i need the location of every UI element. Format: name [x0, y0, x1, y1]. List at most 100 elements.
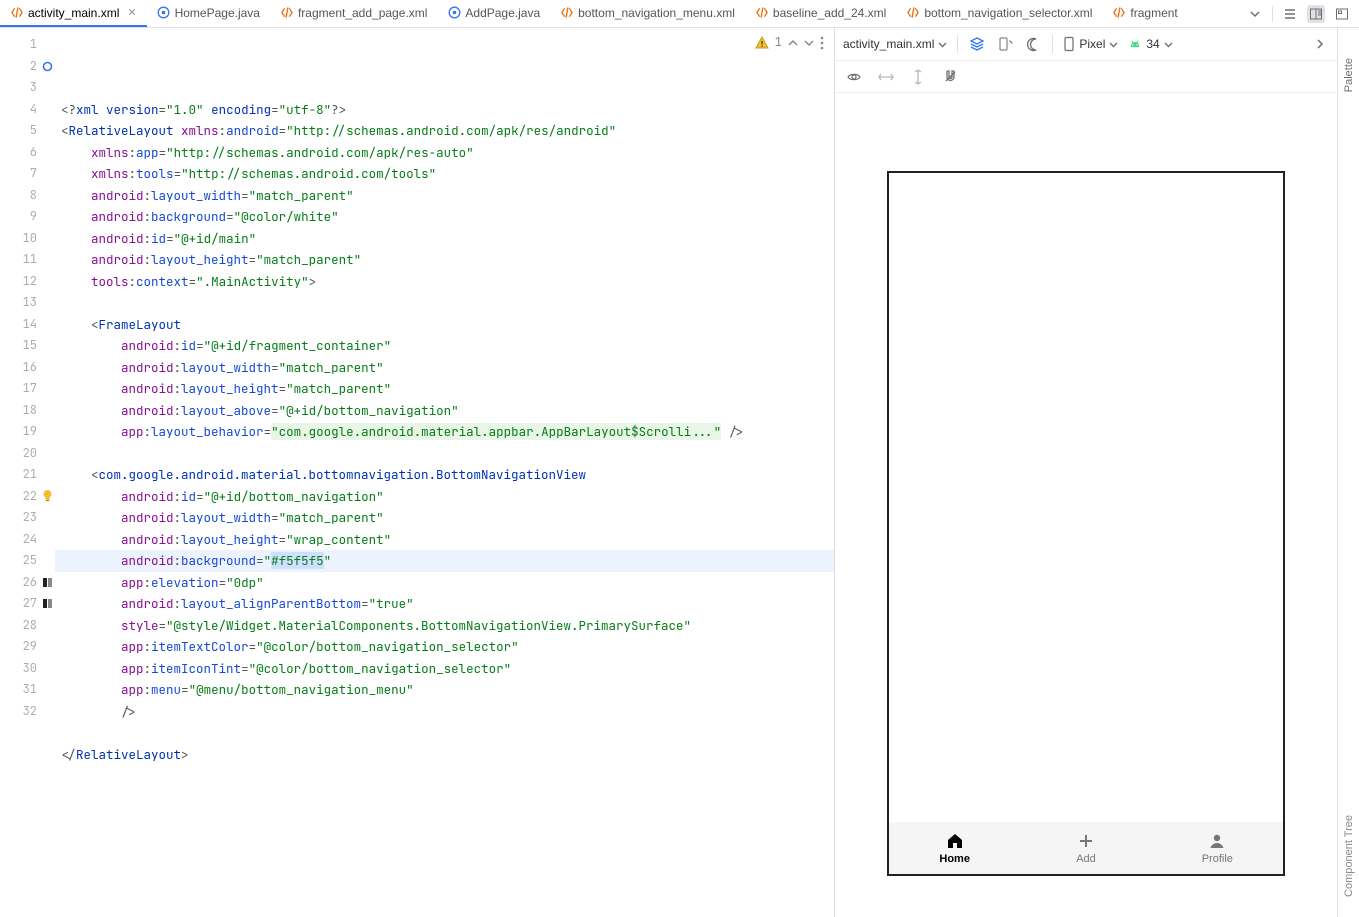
- code-line[interactable]: xmlns:app="http://schemas.android.com/ap…: [55, 142, 834, 164]
- code-line[interactable]: <?xml version="1.0" encoding="utf-8"?>: [55, 99, 834, 121]
- code-editor[interactable]: 1234567891011121314151617181920212223242…: [0, 28, 835, 917]
- palette-tab[interactable]: Palette: [1343, 58, 1355, 92]
- android-icon: [1128, 37, 1142, 51]
- editor-tab[interactable]: bottom_navigation_selector.xml: [896, 0, 1102, 27]
- gutter-bulb-icon[interactable]: [41, 488, 53, 500]
- editor-code-area[interactable]: 1 <?xml version="1.0" encoding="utf-8"?>…: [55, 28, 834, 917]
- more-icon[interactable]: [820, 36, 824, 50]
- inspection-widget[interactable]: 1: [755, 32, 824, 54]
- code-line[interactable]: android:background="#f5f5f5": [55, 550, 834, 572]
- device-screen: [889, 173, 1283, 822]
- bottom-nav-profile[interactable]: Profile: [1152, 822, 1283, 874]
- bottom-nav-home[interactable]: Home: [889, 822, 1020, 874]
- editor-tab[interactable]: activity_main.xml✕: [0, 0, 147, 27]
- tabstrip-tools: [1238, 0, 1359, 27]
- api-selector[interactable]: 34: [1128, 37, 1172, 51]
- line-number: 2: [0, 56, 55, 78]
- pan-vertical-icon[interactable]: [909, 68, 927, 86]
- code-line[interactable]: android:layout_width="match_parent": [55, 185, 834, 207]
- orientation-icon[interactable]: [996, 35, 1014, 53]
- line-number: 32: [0, 701, 55, 723]
- design-preview-pane: activity_main.xml Pixel 3: [835, 28, 1359, 917]
- chevron-right-icon[interactable]: [1311, 35, 1329, 53]
- editor-tab[interactable]: HomePage.java: [147, 0, 270, 27]
- tab-label: AddPage.java: [465, 6, 540, 20]
- design-file-selector[interactable]: activity_main.xml: [843, 37, 947, 51]
- line-number: 13: [0, 292, 55, 314]
- design-canvas[interactable]: HomeAddProfile: [835, 93, 1337, 917]
- line-number: 4: [0, 99, 55, 121]
- line-number: 7: [0, 163, 55, 185]
- code-line[interactable]: android:id="@+id/fragment_container": [55, 335, 834, 357]
- line-number: 23: [0, 507, 55, 529]
- gutter-ring-blue-icon[interactable]: [41, 58, 53, 70]
- code-line[interactable]: [55, 722, 834, 744]
- code-line[interactable]: android:layout_height="match_parent": [55, 249, 834, 271]
- tabs-dropdown-icon[interactable]: [1246, 5, 1264, 23]
- design-toolbar-secondary: [835, 61, 1337, 93]
- pan-horizontal-icon[interactable]: [877, 68, 895, 86]
- code-line[interactable]: android:layout_above="@+id/bottom_naviga…: [55, 400, 834, 422]
- code-line[interactable]: tools:context=".MainActivity">: [55, 271, 834, 293]
- code-line[interactable]: <RelativeLayout xmlns:android="http://sc…: [55, 120, 834, 142]
- line-number: 15: [0, 335, 55, 357]
- code-line[interactable]: app:itemIconTint="@color/bottom_navigati…: [55, 658, 834, 680]
- code-line[interactable]: [55, 292, 834, 314]
- component-tree-tab[interactable]: Component Tree: [1343, 815, 1355, 897]
- gutter-swatch-icon[interactable]: [41, 574, 53, 586]
- code-line[interactable]: xmlns:tools="http://schemas.android.com/…: [55, 163, 834, 185]
- code-line[interactable]: <FrameLayout: [55, 314, 834, 336]
- code-line[interactable]: android:background="@color/white": [55, 206, 834, 228]
- line-number: 21: [0, 464, 55, 486]
- chevron-down-icon[interactable]: [804, 38, 814, 48]
- xml-file-icon: [906, 6, 920, 20]
- close-icon[interactable]: ✕: [127, 6, 136, 19]
- code-line[interactable]: app:layout_behavior="com.google.android.…: [55, 421, 834, 443]
- line-number: 20: [0, 443, 55, 465]
- editor-tab[interactable]: baseline_add_24.xml: [745, 0, 896, 27]
- line-number: 24: [0, 529, 55, 551]
- bottom-nav-add[interactable]: Add: [1020, 822, 1151, 874]
- editor-tab[interactable]: AddPage.java: [437, 0, 550, 27]
- line-number: 6: [0, 142, 55, 164]
- code-line[interactable]: app:menu="@menu/bottom_navigation_menu": [55, 679, 834, 701]
- code-line[interactable]: android:layout_height="match_parent": [55, 378, 834, 400]
- line-number: 27: [0, 593, 55, 615]
- night-mode-icon[interactable]: [1024, 35, 1042, 53]
- code-line[interactable]: </RelativeLayout>: [55, 744, 834, 766]
- editor-tab[interactable]: fragment: [1102, 0, 1187, 27]
- view-design-icon[interactable]: [1333, 5, 1351, 23]
- design-toolbar: activity_main.xml Pixel 3: [835, 28, 1337, 61]
- line-number: 30: [0, 658, 55, 680]
- chevron-down-icon: [1164, 40, 1173, 49]
- view-split-icon[interactable]: [1307, 5, 1325, 23]
- code-line[interactable]: android:layout_width="match_parent": [55, 507, 834, 529]
- code-line[interactable]: <com.google.android.material.bottomnavig…: [55, 464, 834, 486]
- java-file-icon: [157, 6, 171, 20]
- gutter-swatch-icon[interactable]: [41, 595, 53, 607]
- device-frame: HomeAddProfile: [887, 171, 1285, 876]
- design-surface-icon[interactable]: [968, 35, 986, 53]
- code-line[interactable]: android:id="@+id/main": [55, 228, 834, 250]
- editor-tab[interactable]: fragment_add_page.xml: [270, 0, 437, 27]
- chevron-up-icon[interactable]: [788, 38, 798, 48]
- code-line[interactable]: android:layout_alignParentBottom="true": [55, 593, 834, 615]
- home-icon: [945, 831, 965, 851]
- editor-tab[interactable]: bottom_navigation_menu.xml: [550, 0, 745, 27]
- code-line[interactable]: [55, 765, 834, 787]
- code-line[interactable]: />: [55, 701, 834, 723]
- code-line[interactable]: android:id="@+id/bottom_navigation": [55, 486, 834, 508]
- code-line[interactable]: app:elevation="0dp": [55, 572, 834, 594]
- code-line[interactable]: android:layout_width="match_parent": [55, 357, 834, 379]
- code-line[interactable]: android:layout_height="wrap_content": [55, 529, 834, 551]
- tab-label: HomePage.java: [175, 6, 260, 20]
- line-number: 28: [0, 615, 55, 637]
- code-line[interactable]: app:itemTextColor="@color/bottom_navigat…: [55, 636, 834, 658]
- xml-file-icon: [1112, 6, 1126, 20]
- magnet-icon[interactable]: [941, 68, 959, 86]
- code-line[interactable]: [55, 443, 834, 465]
- view-list-icon[interactable]: [1281, 5, 1299, 23]
- code-line[interactable]: style="@style/Widget.MaterialComponents.…: [55, 615, 834, 637]
- device-selector[interactable]: Pixel: [1063, 36, 1118, 52]
- visibility-icon[interactable]: [845, 68, 863, 86]
